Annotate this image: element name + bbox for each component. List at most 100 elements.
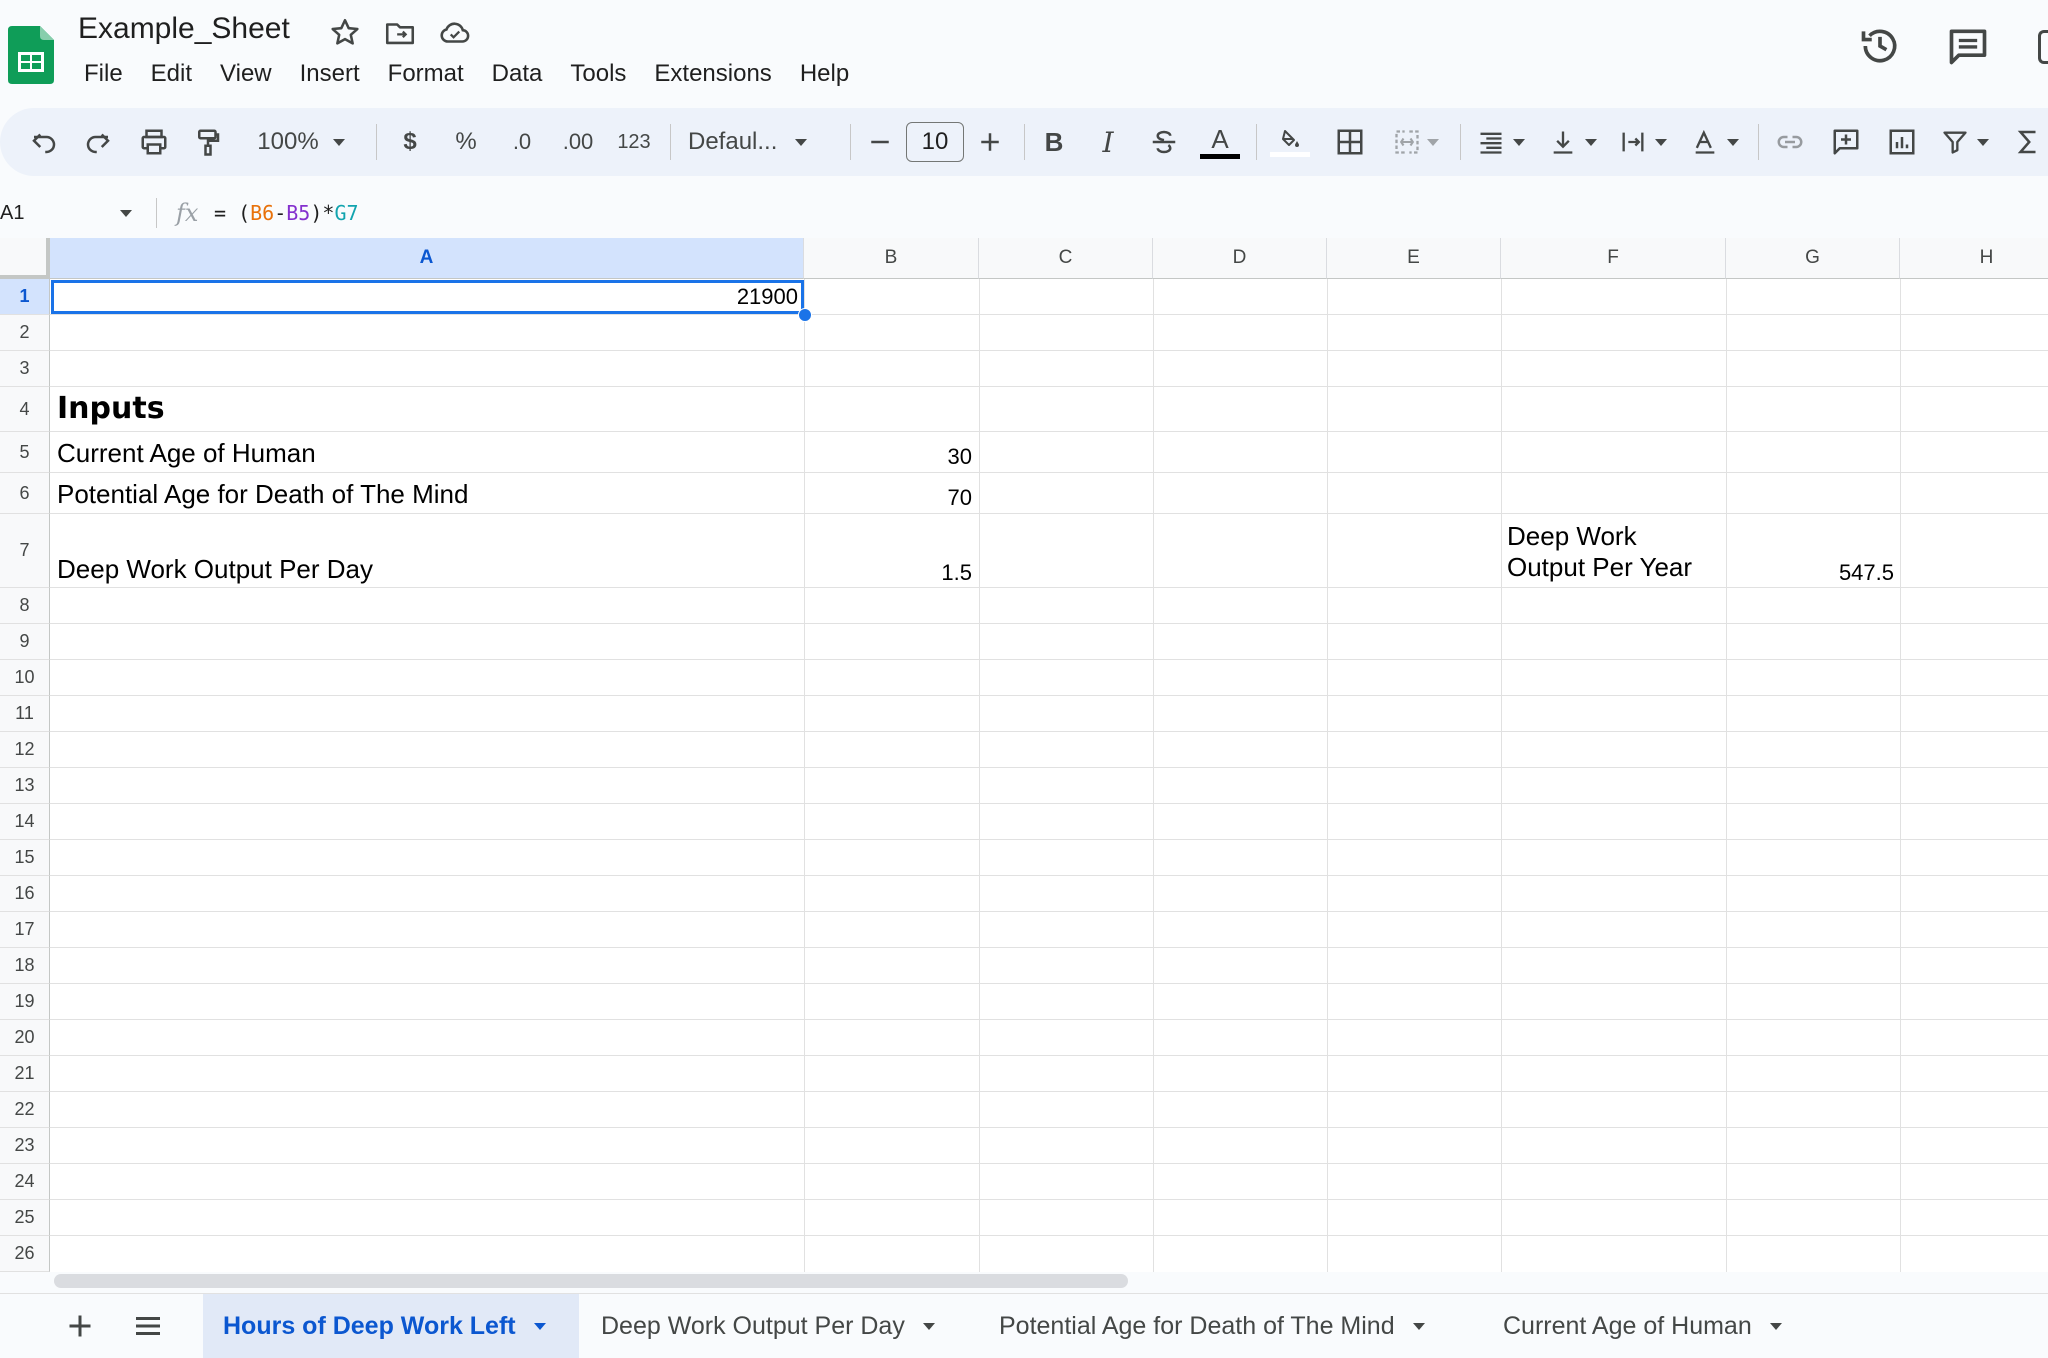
fill-handle[interactable]	[798, 308, 812, 322]
row-header-15[interactable]: 15	[0, 840, 50, 876]
insert-comment-icon[interactable]	[1824, 108, 1868, 176]
zoom-select[interactable]: 100%	[248, 108, 354, 176]
row-header-2[interactable]: 2	[0, 315, 50, 351]
row-header-6[interactable]: 6	[0, 473, 50, 514]
text-wrapping-icon[interactable]	[1614, 108, 1672, 176]
menu-edit[interactable]: Edit	[137, 56, 206, 92]
row-header-11[interactable]: 11	[0, 696, 50, 732]
cell-g7[interactable]: 547.5	[1732, 560, 1894, 586]
text-rotation-icon[interactable]	[1686, 108, 1744, 176]
cell-a1[interactable]: 21900	[56, 282, 798, 312]
cell-b7[interactable]: 1.5	[810, 560, 972, 586]
row-header-7[interactable]: 7	[0, 514, 50, 588]
sheet-tab-hours-of-deep-work-left[interactable]: Hours of Deep Work Left	[203, 1294, 579, 1358]
row-header-18[interactable]: 18	[0, 948, 50, 984]
insert-link-icon[interactable]	[1768, 108, 1812, 176]
column-header-f[interactable]: F	[1501, 238, 1726, 279]
menu-data[interactable]: Data	[478, 56, 557, 92]
column-header-b[interactable]: B	[804, 238, 979, 279]
row-header-17[interactable]: 17	[0, 912, 50, 948]
row-header-8[interactable]: 8	[0, 588, 50, 624]
formula-input[interactable]: = (B6-B5)*G7	[214, 190, 359, 236]
row-header-20[interactable]: 20	[0, 1020, 50, 1056]
row-header-24[interactable]: 24	[0, 1164, 50, 1200]
cloud-saved-icon[interactable]	[438, 16, 472, 50]
cell-a4[interactable]: Inputs	[57, 391, 165, 426]
row-header-5[interactable]: 5	[0, 432, 50, 473]
row-header-3[interactable]: 3	[0, 351, 50, 387]
row-header-14[interactable]: 14	[0, 804, 50, 840]
filter-icon[interactable]	[1936, 108, 1994, 176]
cell-b6[interactable]: 70	[810, 485, 972, 511]
column-header-g[interactable]: G	[1726, 238, 1900, 279]
font-family-select[interactable]: Defaul...	[688, 108, 832, 176]
font-size-input[interactable]: 10	[906, 108, 964, 176]
video-call-icon[interactable]	[2038, 30, 2048, 64]
row-header-12[interactable]: 12	[0, 732, 50, 768]
undo-icon[interactable]	[24, 108, 64, 176]
print-icon[interactable]	[134, 108, 174, 176]
comments-icon[interactable]	[1946, 24, 1990, 68]
version-history-icon[interactable]	[1858, 24, 1902, 68]
menu-insert[interactable]: Insert	[286, 56, 374, 92]
cell-a6[interactable]: Potential Age for Death of The Mind	[57, 479, 468, 510]
redo-icon[interactable]	[78, 108, 118, 176]
row-header-23[interactable]: 23	[0, 1128, 50, 1164]
borders-icon[interactable]	[1328, 108, 1372, 176]
move-to-folder-icon[interactable]	[383, 16, 417, 50]
column-header-h[interactable]: H	[1900, 238, 2048, 279]
increase-decimal-button[interactable]: .00	[556, 108, 600, 176]
menu-file[interactable]: File	[70, 56, 137, 92]
document-title[interactable]: Example_Sheet	[78, 12, 290, 46]
row-header-19[interactable]: 19	[0, 984, 50, 1020]
functions-icon[interactable]	[2008, 108, 2048, 176]
row-header-9[interactable]: 9	[0, 624, 50, 660]
paint-format-icon[interactable]	[188, 108, 228, 176]
row-header-10[interactable]: 10	[0, 660, 50, 696]
column-header-e[interactable]: E	[1327, 238, 1501, 279]
menu-tools[interactable]: Tools	[556, 56, 640, 92]
all-sheets-menu-icon[interactable]	[130, 1308, 166, 1344]
currency-format-button[interactable]: $	[390, 108, 430, 176]
fill-color-icon[interactable]	[1268, 108, 1312, 176]
add-sheet-icon[interactable]	[62, 1308, 98, 1344]
sheet-tab-deep-work-output-per-day[interactable]: Deep Work Output Per Day	[581, 1294, 955, 1358]
row-header-26[interactable]: 26	[0, 1236, 50, 1272]
row-header-1[interactable]: 1	[0, 279, 50, 315]
insert-chart-icon[interactable]	[1880, 108, 1924, 176]
italic-button[interactable]: I	[1090, 108, 1126, 176]
column-header-c[interactable]: C	[979, 238, 1153, 279]
sheet-tab-potential-age-for-death[interactable]: Potential Age for Death of The Mind	[979, 1294, 1445, 1358]
cell-f7[interactable]: Deep Work Output Per Year	[1507, 521, 1722, 583]
bold-button[interactable]: B	[1036, 108, 1072, 176]
row-header-16[interactable]: 16	[0, 876, 50, 912]
row-header-13[interactable]: 13	[0, 768, 50, 804]
percent-format-button[interactable]: %	[446, 108, 486, 176]
row-header-21[interactable]: 21	[0, 1056, 50, 1092]
horizontal-scrollbar[interactable]	[54, 1274, 1128, 1288]
sheet-tab-current-age-of-human[interactable]: Current Age of Human	[1483, 1294, 1802, 1358]
decrease-font-size-button[interactable]	[862, 108, 898, 176]
cell-b5[interactable]: 30	[810, 444, 972, 470]
vertical-align-icon[interactable]	[1544, 108, 1602, 176]
menu-view[interactable]: View	[206, 56, 286, 92]
select-all-corner[interactable]	[0, 238, 50, 279]
decrease-decimal-button[interactable]: .0	[500, 108, 544, 176]
cell-a7[interactable]: Deep Work Output Per Day	[57, 554, 373, 585]
spreadsheet-grid[interactable]: A B C D E F G H 1 2 3 4 5 6 7 8 9 10 11 …	[0, 238, 2048, 1272]
cell-a5[interactable]: Current Age of Human	[57, 438, 316, 469]
text-color-button[interactable]: A	[1198, 108, 1242, 176]
merge-cells-icon[interactable]	[1386, 108, 1446, 176]
sheets-logo-icon[interactable]	[8, 26, 54, 84]
increase-font-size-button[interactable]	[972, 108, 1008, 176]
row-header-4[interactable]: 4	[0, 387, 50, 432]
more-formats-button[interactable]: 123	[612, 108, 656, 176]
horizontal-align-icon[interactable]	[1472, 108, 1530, 176]
menu-format[interactable]: Format	[374, 56, 478, 92]
star-icon[interactable]	[328, 16, 362, 50]
strikethrough-icon[interactable]	[1144, 108, 1184, 176]
menu-help[interactable]: Help	[786, 56, 863, 92]
name-box[interactable]: A1	[0, 190, 140, 236]
menu-extensions[interactable]: Extensions	[640, 56, 785, 92]
column-header-a[interactable]: A	[50, 238, 804, 279]
